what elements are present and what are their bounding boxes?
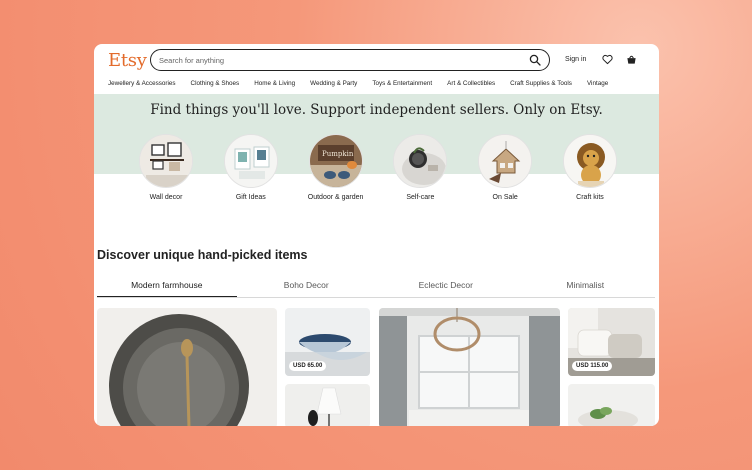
product-tile-lamp[interactable] [285, 384, 370, 426]
product-tile-pillows[interactable]: USD 115.00 [568, 308, 655, 376]
circle-label: Wall decor [149, 194, 183, 201]
tab-boho-decor[interactable]: Boho Decor [237, 278, 377, 297]
wall-decor-image[interactable] [139, 134, 193, 188]
category-art[interactable]: Art & Collectibles [447, 80, 495, 87]
circle-label: Outdoor & garden [307, 194, 364, 201]
livingroom-image [379, 308, 560, 426]
circle-on-sale[interactable]: On Sale [477, 134, 533, 203]
circle-wall-decor[interactable]: Wall decor [138, 134, 194, 203]
product-tile-livingroom[interactable] [379, 308, 560, 426]
product-tile-plates[interactable] [97, 308, 277, 426]
svg-text:Pumpkin: Pumpkin [322, 150, 354, 158]
circle-label: Gift Ideas [235, 194, 266, 201]
tab-eclectic-decor[interactable]: Eclectic Decor [376, 278, 516, 297]
section-title: Discover unique hand-picked items [97, 248, 308, 262]
category-craft[interactable]: Craft Supplies & Tools [510, 80, 572, 87]
circle-label: On Sale [492, 194, 518, 201]
search-input[interactable]: Search for anything [159, 56, 529, 65]
product-tile-bowls[interactable]: USD 65.00 [285, 308, 370, 376]
category-wedding[interactable]: Wedding & Party [310, 80, 357, 87]
outdoor-garden-image[interactable]: Pumpkin [308, 134, 363, 188]
search-bar[interactable]: Search for anything [150, 49, 550, 71]
circle-gift-ideas[interactable]: Gift Ideas [223, 134, 279, 203]
category-toys[interactable]: Toys & Entertainment [372, 80, 432, 87]
plant-image [568, 384, 655, 426]
etsy-logo[interactable]: Etsy [108, 50, 147, 71]
circle-self-care[interactable]: Self-care [392, 134, 448, 203]
tab-modern-farmhouse[interactable]: Modern farmhouse [97, 278, 237, 297]
circle-outdoor-garden[interactable]: Pumpkin Outdoor & garden [308, 134, 364, 203]
category-nav: Jewellery & Accessories Clothing & Shoes… [108, 80, 623, 87]
lamp-image [285, 384, 370, 426]
sign-in-link[interactable]: Sign in [565, 56, 586, 63]
craft-kits-image[interactable] [562, 134, 617, 188]
circle-craft-kits[interactable]: Craft kits [562, 134, 618, 203]
category-jewellery[interactable]: Jewellery & Accessories [108, 80, 176, 87]
category-home[interactable]: Home & Living [254, 80, 295, 87]
search-icon[interactable] [529, 54, 541, 66]
tab-minimalist[interactable]: Minimalist [516, 278, 656, 297]
category-circles: Wall decor Gift Ideas Pumpkin Outdoor & … [138, 134, 618, 203]
self-care-image[interactable] [393, 134, 448, 188]
price-badge: USD 65.00 [289, 361, 327, 371]
browser-window: Etsy Search for anything Sign in Jewelle… [94, 44, 659, 426]
hero-tagline: Find things you'll love. Support indepen… [150, 102, 603, 118]
style-tabs: Modern farmhouse Boho Decor Eclectic Dec… [97, 278, 655, 298]
on-sale-image[interactable] [478, 134, 533, 188]
price-badge: USD 115.00 [572, 361, 613, 371]
gift-ideas-image[interactable] [223, 134, 278, 188]
plates-image [97, 308, 277, 426]
basket-icon[interactable] [626, 54, 637, 65]
heart-icon[interactable] [602, 54, 613, 65]
circle-label: Craft kits [576, 194, 604, 201]
circle-label: Self-care [406, 194, 435, 201]
category-vintage[interactable]: Vintage [587, 80, 608, 87]
product-tile-plant[interactable] [568, 384, 655, 426]
category-clothing[interactable]: Clothing & Shoes [191, 80, 240, 87]
